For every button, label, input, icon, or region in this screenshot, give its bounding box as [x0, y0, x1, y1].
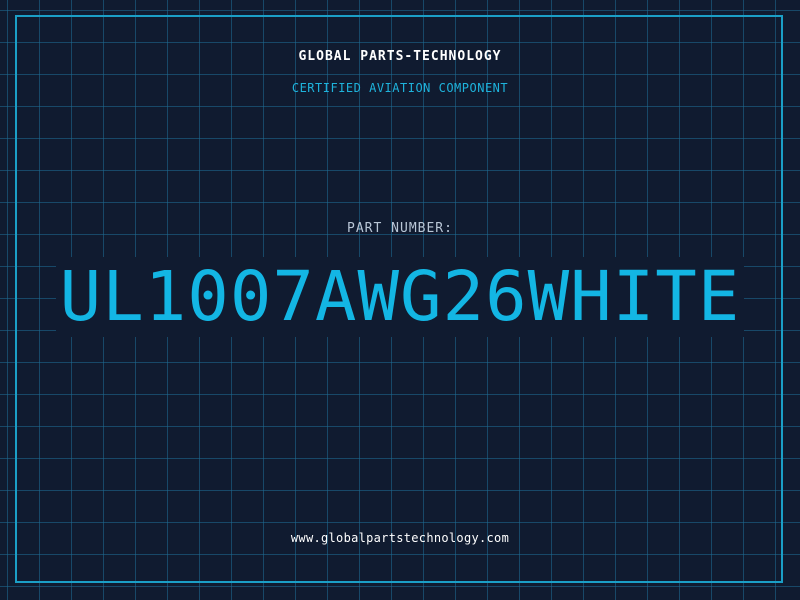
certificate-card: GLOBAL PARTS-TECHNOLOGY CERTIFIED AVIATI… — [0, 0, 800, 600]
part-number-wrapper: UL1007AWG26WHITE — [0, 252, 800, 342]
company-name: GLOBAL PARTS-TECHNOLOGY — [298, 49, 502, 64]
website-link[interactable]: www.globalpartstechnology.com — [0, 531, 800, 545]
tagline: CERTIFIED AVIATION COMPONENT — [291, 81, 509, 95]
part-number-label: PART NUMBER: — [347, 221, 453, 236]
part-number: UL1007AWG26WHITE — [55, 257, 745, 337]
